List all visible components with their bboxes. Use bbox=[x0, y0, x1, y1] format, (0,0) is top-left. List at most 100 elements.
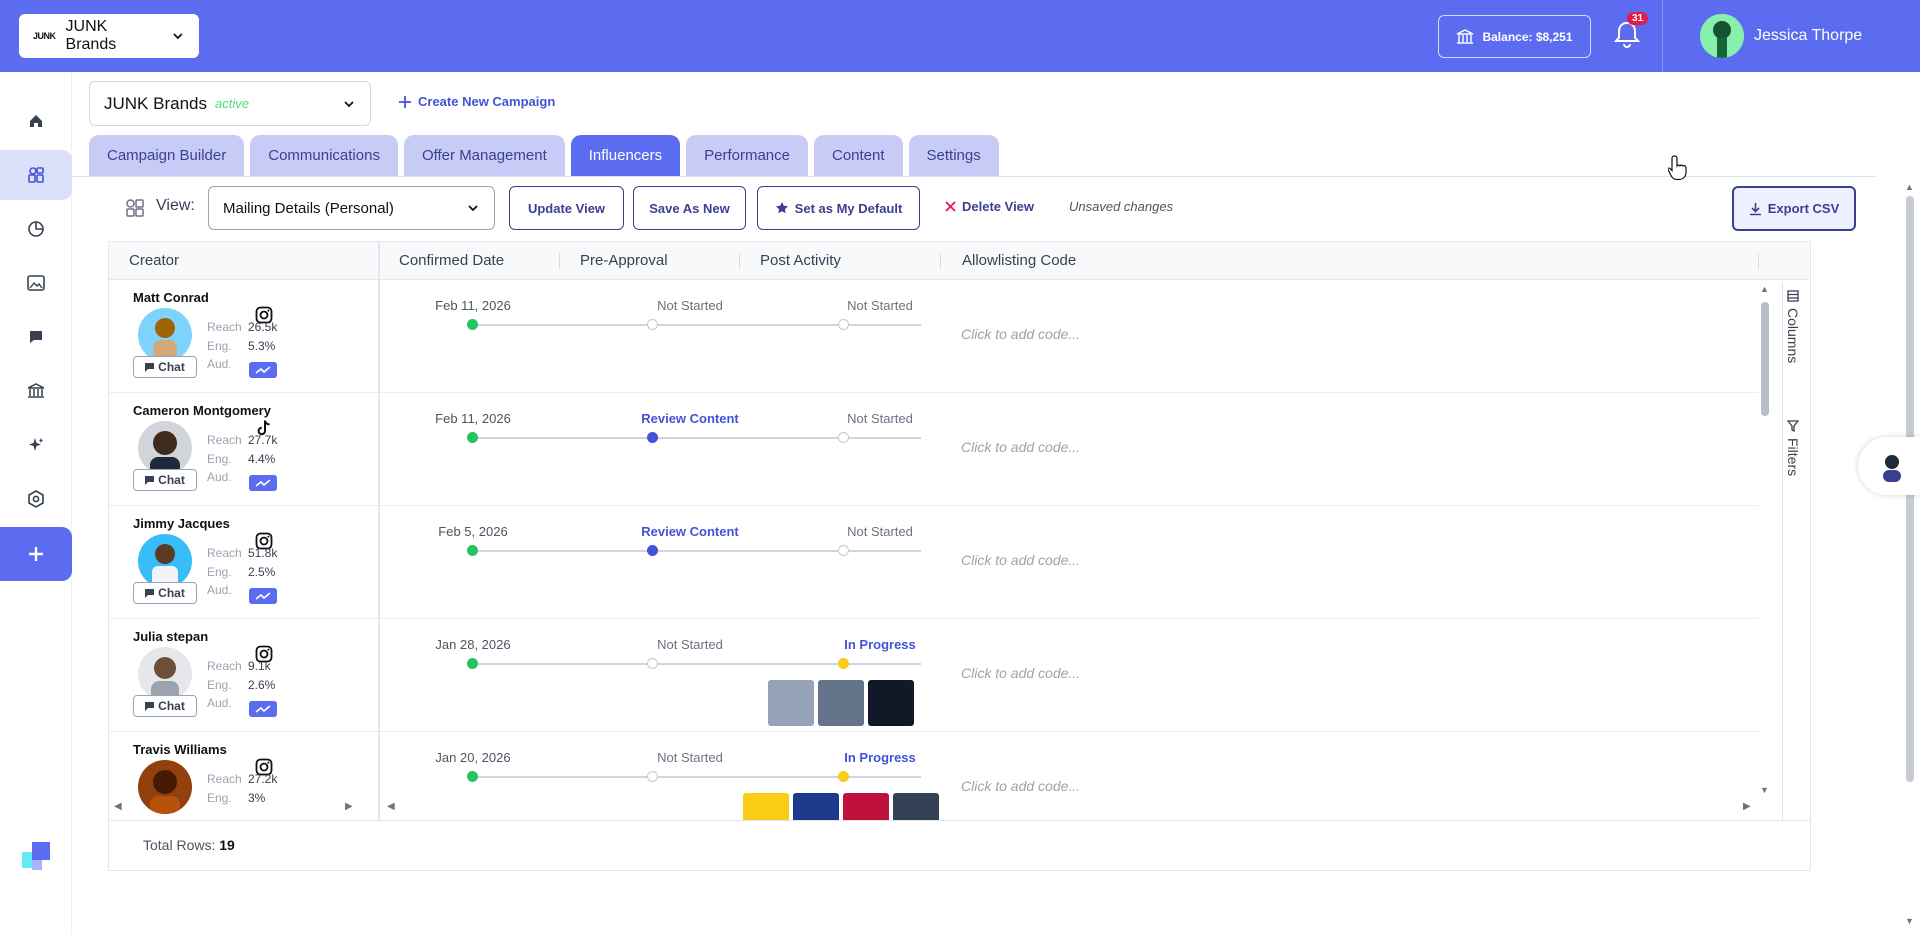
nav-content[interactable] bbox=[0, 258, 72, 308]
chat-button[interactable]: Chat bbox=[133, 356, 197, 378]
creator-name[interactable]: Julia stepan bbox=[133, 629, 208, 644]
columns-label: Columns bbox=[1785, 308, 1801, 364]
scroll-right-icon[interactable]: ▶ bbox=[345, 801, 353, 812]
nav-analytics[interactable] bbox=[0, 204, 72, 254]
content-thumbnail[interactable] bbox=[818, 680, 864, 726]
allowlisting-code-placeholder[interactable]: Click to add code... bbox=[961, 552, 1080, 568]
pre-approval-status[interactable]: Review Content bbox=[620, 524, 760, 539]
set-default-button[interactable]: Set as My Default bbox=[757, 186, 920, 230]
column-separator[interactable] bbox=[1758, 253, 1759, 269]
table-row[interactable]: Julia stepan Reach 9.1k Eng. 2.6% Aud. C… bbox=[109, 619, 1759, 732]
user-menu[interactable]: Jessica Thorpe bbox=[1700, 14, 1862, 58]
column-separator[interactable] bbox=[559, 253, 560, 269]
user-avatar bbox=[1700, 14, 1744, 58]
post-activity-status[interactable]: In Progress bbox=[810, 637, 950, 652]
post-activity-dot bbox=[838, 432, 849, 443]
allowlisting-code-placeholder[interactable]: Click to add code... bbox=[961, 326, 1080, 342]
creator-avatar[interactable] bbox=[138, 760, 192, 814]
brand-selector[interactable]: JUNK JUNK Brands bbox=[19, 14, 199, 58]
nav-settings[interactable] bbox=[0, 474, 72, 524]
post-activity-status[interactable]: In Progress bbox=[810, 750, 950, 765]
export-csv-button[interactable]: Export CSV bbox=[1732, 186, 1856, 231]
content-thumbnail[interactable] bbox=[843, 793, 889, 820]
filters-panel-toggle[interactable]: Filters bbox=[1785, 420, 1801, 476]
creator-name[interactable]: Jimmy Jacques bbox=[133, 516, 230, 531]
scroll-up-icon[interactable]: ▲ bbox=[1760, 284, 1769, 294]
column-separator[interactable] bbox=[940, 253, 941, 269]
header-pre-approval[interactable]: Pre-Approval bbox=[580, 252, 668, 269]
scrollbar-thumb[interactable] bbox=[1761, 302, 1769, 416]
creator-avatar[interactable] bbox=[138, 534, 192, 588]
balance-button[interactable]: Balance: $8,251 bbox=[1438, 15, 1591, 58]
chat-button[interactable]: Chat bbox=[133, 582, 197, 604]
scroll-left-icon[interactable]: ◀ bbox=[114, 801, 122, 812]
confirmed-dot bbox=[467, 319, 478, 330]
columns-panel-toggle[interactable]: Columns bbox=[1785, 290, 1801, 363]
tab-settings[interactable]: Settings bbox=[908, 135, 999, 176]
chat-button[interactable]: Chat bbox=[133, 695, 197, 717]
chat-button[interactable]: Chat bbox=[133, 469, 197, 491]
content-thumbnail[interactable] bbox=[893, 793, 939, 820]
column-separator[interactable] bbox=[739, 253, 740, 269]
update-view-button[interactable]: Update View bbox=[509, 186, 624, 230]
nav-home[interactable] bbox=[0, 96, 72, 146]
tab-performance[interactable]: Performance bbox=[686, 135, 808, 176]
tab-communications[interactable]: Communications bbox=[250, 135, 398, 176]
creator-avatar[interactable] bbox=[138, 421, 192, 475]
table-row[interactable]: Cameron Montgomery Reach 27.7k Eng. 4.4%… bbox=[109, 393, 1759, 506]
table-row[interactable]: Travis Williams Reach 27.2k Eng. 3% Jan … bbox=[109, 732, 1759, 820]
pre-approval-status: Not Started bbox=[657, 637, 723, 652]
trend-chart-icon[interactable] bbox=[249, 475, 277, 491]
header-confirmed-date[interactable]: Confirmed Date bbox=[399, 252, 504, 269]
nav-finance[interactable] bbox=[0, 366, 72, 416]
campaign-name: JUNK Brands bbox=[104, 93, 207, 113]
table-row[interactable]: Matt Conrad Reach 26.5k Eng. 5.3% Aud. C… bbox=[109, 280, 1759, 393]
tab-offer-management[interactable]: Offer Management bbox=[403, 135, 565, 176]
scroll-right-icon[interactable]: ▶ bbox=[1743, 801, 1751, 812]
view-selector[interactable]: Mailing Details (Personal) bbox=[208, 186, 495, 230]
header-creator[interactable]: Creator bbox=[129, 252, 179, 269]
allowlisting-code-placeholder[interactable]: Click to add code... bbox=[961, 778, 1080, 794]
create-campaign-link[interactable]: Create New Campaign bbox=[398, 94, 555, 109]
table-row[interactable]: Jimmy Jacques Reach 51.8k Eng. 2.5% Aud.… bbox=[109, 506, 1759, 619]
content-thumbnail[interactable] bbox=[743, 793, 789, 820]
creator-name[interactable]: Travis Williams bbox=[133, 742, 227, 757]
page-scroll-down-icon[interactable]: ▼ bbox=[1905, 916, 1914, 926]
creator-avatar[interactable] bbox=[138, 647, 192, 701]
creator-name[interactable]: Matt Conrad bbox=[133, 290, 209, 305]
tab-influencers[interactable]: Influencers bbox=[570, 135, 681, 176]
page-scroll-up-icon[interactable]: ▲ bbox=[1905, 182, 1914, 192]
campaign-selector[interactable]: JUNK Brands active bbox=[89, 81, 371, 126]
pre-approval-dot bbox=[647, 319, 658, 330]
scroll-down-icon[interactable]: ▼ bbox=[1760, 785, 1769, 795]
header-allowlisting-code[interactable]: Allowlisting Code bbox=[962, 252, 1076, 269]
content-thumbnail[interactable] bbox=[768, 680, 814, 726]
creator-name[interactable]: Cameron Montgomery bbox=[133, 403, 271, 418]
chat-icon bbox=[145, 362, 155, 372]
tab-content[interactable]: Content bbox=[814, 135, 903, 176]
pre-approval-status[interactable]: Review Content bbox=[620, 411, 760, 426]
content-thumbnail[interactable] bbox=[793, 793, 839, 820]
nav-ai[interactable] bbox=[0, 420, 72, 470]
trend-chart-icon[interactable] bbox=[249, 362, 277, 378]
content-thumbnail[interactable] bbox=[868, 680, 914, 726]
trend-chart-icon[interactable] bbox=[249, 588, 277, 604]
support-chat-bubble[interactable] bbox=[1858, 437, 1920, 495]
header-post-activity[interactable]: Post Activity bbox=[760, 252, 841, 269]
save-as-new-button[interactable]: Save As New bbox=[633, 186, 746, 230]
allowlisting-code-placeholder[interactable]: Click to add code... bbox=[961, 665, 1080, 681]
creator-avatar[interactable] bbox=[138, 308, 192, 362]
grid-vertical-scrollbar[interactable]: ▲ ▼ bbox=[1760, 284, 1769, 795]
app-logo-icon bbox=[22, 842, 50, 870]
delete-view-button[interactable]: Delete View bbox=[945, 199, 1034, 214]
tab-campaign-builder[interactable]: Campaign Builder bbox=[89, 135, 245, 176]
trend-chart-icon[interactable] bbox=[249, 701, 277, 717]
allowlisting-code-placeholder[interactable]: Click to add code... bbox=[961, 439, 1080, 455]
nav-campaigns[interactable] bbox=[0, 150, 72, 200]
scroll-left-icon[interactable]: ◀ bbox=[387, 801, 395, 812]
nav-add[interactable] bbox=[0, 527, 72, 581]
campaign-status: active bbox=[214, 96, 249, 111]
confirmed-dot bbox=[467, 432, 478, 443]
pre-approval-status: Not Started bbox=[657, 298, 723, 313]
nav-messages[interactable] bbox=[0, 312, 72, 362]
